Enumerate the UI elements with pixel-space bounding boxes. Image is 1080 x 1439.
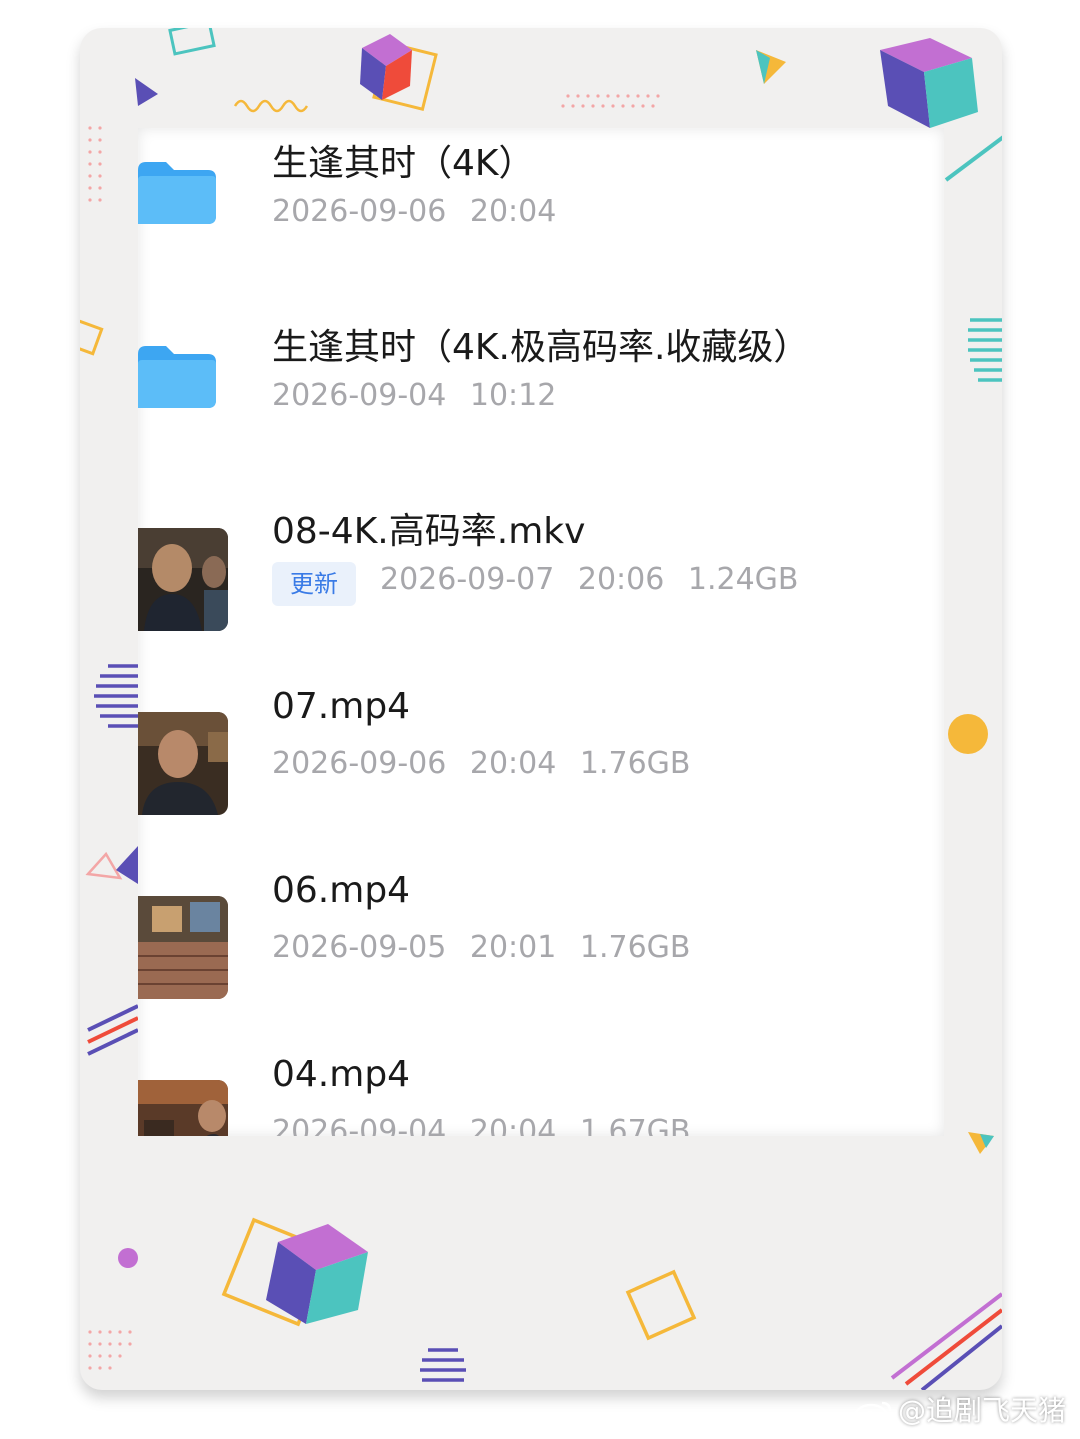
- list-item[interactable]: 07.mp4 2026-09-06 20:04 1.76GB: [138, 672, 944, 856]
- file-name: 生逢其时（4K）: [272, 143, 535, 184]
- list-item[interactable]: 04.mp4 2026-09-04 20:04 1.67GB: [138, 1040, 944, 1136]
- list-item[interactable]: 生逢其时（4K） 2026-09-06 20:04: [138, 128, 944, 304]
- update-badge: 更新: [272, 562, 356, 606]
- video-thumbnail: [138, 1080, 228, 1136]
- file-name: 04.mp4: [272, 1054, 411, 1095]
- file-name: 07.mp4: [272, 686, 411, 727]
- folder-icon: [138, 346, 216, 408]
- file-meta: 2026-09-04 20:04 1.67GB: [272, 1114, 691, 1136]
- file-meta: 2026-09-06 20:04 1.76GB: [272, 746, 691, 781]
- file-meta: 2026-09-05 20:01 1.76GB: [272, 930, 691, 965]
- file-meta: 2026-09-04 10:12: [272, 378, 557, 413]
- file-name: 06.mp4: [272, 870, 411, 911]
- file-meta: 2026-09-07 20:06 1.24GB: [380, 562, 799, 597]
- file-list: 生逢其时（4K） 2026-09-06 20:04 生逢其时（4K.极高码率.收…: [138, 128, 944, 1136]
- watermark-text: @追剧飞天猪: [897, 1394, 1066, 1427]
- video-thumbnail: [138, 712, 228, 815]
- file-name: 生逢其时（4K.极高码率.收藏级）: [272, 327, 810, 368]
- list-item[interactable]: 06.mp4 2026-09-05 20:01 1.76GB: [138, 856, 944, 1040]
- list-item[interactable]: 08-4K.高码率.mkv 更新 2026-09-07 20:06 1.24GB: [138, 488, 944, 672]
- file-meta: 2026-09-06 20:04: [272, 194, 557, 229]
- weibo-icon: [854, 1401, 892, 1427]
- folder-icon: [138, 162, 216, 224]
- list-item[interactable]: 生逢其时（4K.极高码率.收藏级） 2026-09-04 10:12: [138, 304, 944, 488]
- video-thumbnail: [138, 896, 228, 999]
- video-thumbnail: [138, 528, 228, 631]
- file-name: 08-4K.高码率.mkv: [272, 511, 586, 552]
- weibo-watermark: @追剧飞天猪: [854, 1389, 1066, 1429]
